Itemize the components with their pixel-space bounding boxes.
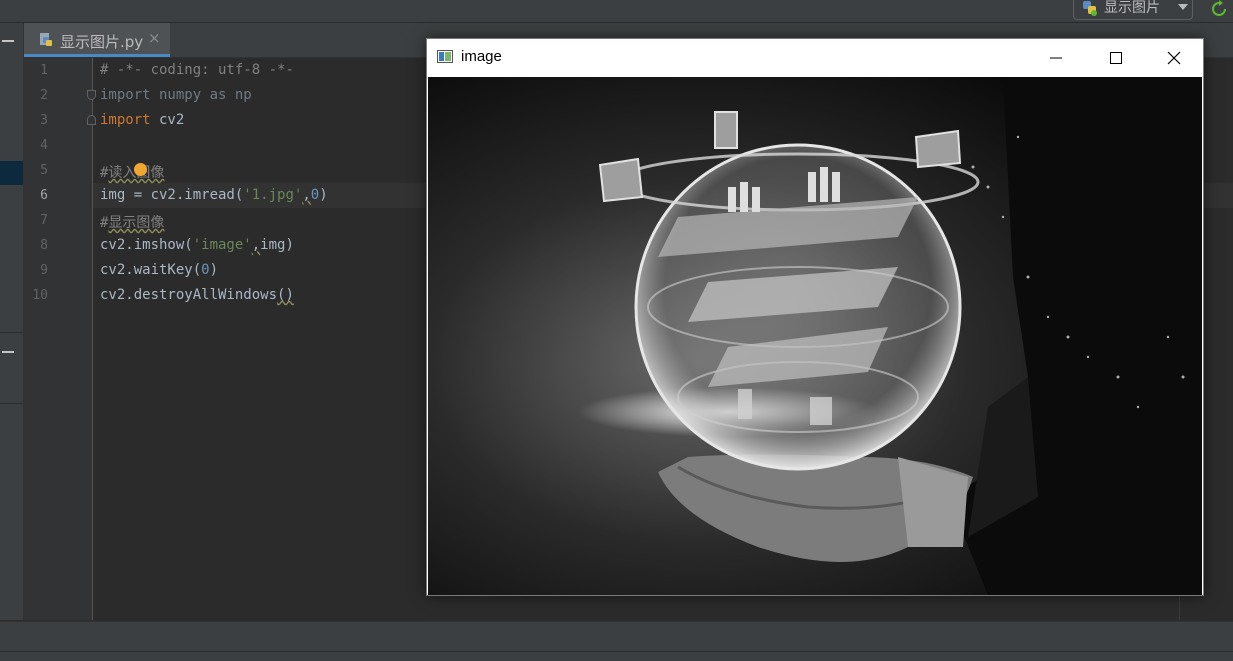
python-file-icon — [40, 33, 52, 46]
line-number-gutter: 1 2 3 4 5 6 7 8 9 10 — [24, 58, 96, 620]
divider — [0, 403, 23, 404]
comment-text: 显示图像 — [108, 215, 165, 231]
code-line-6: img = cv2.imread('1.jpg',0) — [100, 187, 328, 203]
keyword: import — [100, 87, 151, 103]
code-text: cv2 — [150, 112, 185, 128]
maximize-icon — [1110, 52, 1122, 64]
number-literal: 0 — [310, 187, 320, 203]
code-text: cv2.destroyAllWindows — [100, 287, 278, 303]
divider — [0, 332, 23, 333]
code-line-3: import cv2 — [100, 112, 184, 128]
close-icon — [1167, 51, 1181, 65]
selected-tree-row[interactable] — [0, 161, 23, 185]
code-line-7: #显示图像 — [100, 212, 164, 232]
code-text: ) — [319, 187, 328, 203]
line-number: 9 — [40, 263, 48, 278]
code-text: numpy as np — [150, 87, 252, 103]
collapse-icon[interactable] — [2, 40, 14, 42]
string-literal: '1.jpg' — [243, 187, 303, 203]
lightbulb-icon[interactable] — [134, 163, 147, 176]
code-text: img) — [260, 237, 294, 253]
code-text: ) — [209, 262, 219, 278]
tab-label: 显示图片.py — [60, 33, 144, 51]
code-text: , — [302, 187, 311, 203]
code-line-5: #读入图像 — [100, 162, 164, 182]
chevron-down-icon — [1178, 4, 1188, 10]
top-toolbar: 显示图片 — [0, 0, 1233, 23]
code-text: img = cv2.imread( — [100, 187, 244, 203]
rerun-icon[interactable] — [1210, 0, 1228, 18]
bottom-tool-bar — [0, 621, 1233, 652]
minimize-icon — [1050, 57, 1062, 59]
string-literal: 'image' — [192, 237, 252, 253]
code-text: , — [251, 237, 261, 253]
line-number: 10 — [32, 288, 48, 303]
grayscale-photo — [428, 77, 1202, 595]
code-line-9: cv2.waitKey(0) — [100, 262, 218, 278]
line-number: 7 — [40, 213, 48, 228]
line-number: 8 — [40, 238, 48, 253]
close-tab-icon[interactable]: × — [148, 29, 161, 47]
code-line-2: import numpy as np — [100, 87, 252, 103]
collapse-icon[interactable] — [2, 351, 14, 353]
keyword: import — [100, 112, 151, 128]
fold-marker-icon[interactable] — [87, 90, 96, 100]
code-text: cv2.imshow( — [100, 237, 193, 253]
image-canvas — [428, 77, 1202, 595]
close-button[interactable] — [1145, 39, 1203, 77]
line-number: 2 — [40, 88, 48, 103]
line-number: 1 — [40, 63, 48, 78]
fold-marker-icon[interactable] — [87, 115, 96, 125]
code-line-8: cv2.imshow('image',img) — [100, 237, 294, 253]
number-literal: 0 — [201, 262, 210, 278]
line-number: 3 — [40, 113, 48, 128]
minimize-button[interactable] — [1027, 39, 1085, 77]
image-window[interactable]: image — [426, 38, 1204, 596]
window-app-icon — [437, 50, 453, 63]
tab-file[interactable]: 显示图片.py × — [24, 23, 170, 57]
line-number: 5 — [40, 163, 48, 178]
code-line-10: cv2.destroyAllWindows() — [100, 287, 294, 303]
window-titlebar[interactable]: image — [427, 39, 1203, 77]
code-text: cv2.waitKey( — [100, 262, 202, 278]
window-title: image — [461, 48, 502, 65]
code-line-1: # -*- coding: utf-8 -*- — [100, 62, 294, 78]
line-number: 6 — [40, 188, 48, 203]
line-number: 4 — [40, 138, 48, 153]
maximize-button[interactable] — [1086, 39, 1144, 77]
run-configuration-dropdown[interactable]: 显示图片 — [1073, 0, 1193, 20]
run-configuration-label: 显示图片 — [1104, 0, 1160, 16]
code-text: () — [277, 287, 294, 303]
python-icon — [1083, 1, 1097, 16]
left-tool-strip — [0, 23, 24, 620]
